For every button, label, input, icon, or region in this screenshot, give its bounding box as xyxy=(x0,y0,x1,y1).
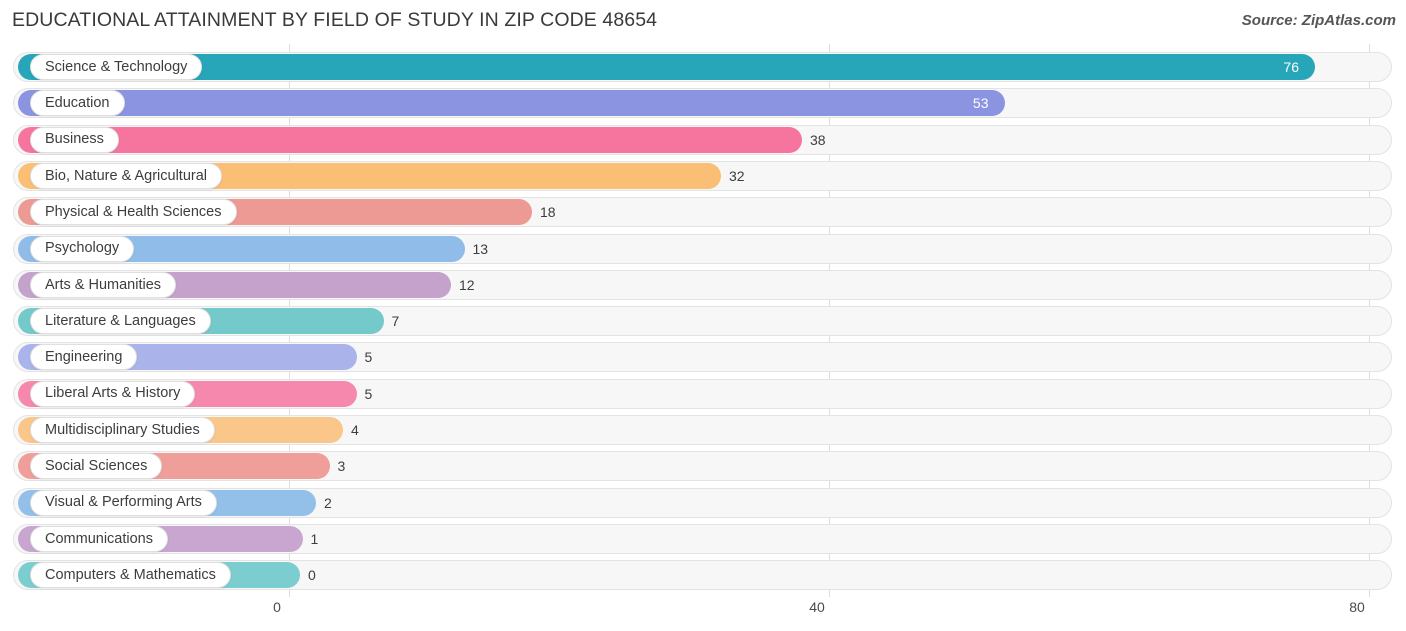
category-label: Visual & Performing Arts xyxy=(45,494,202,511)
bar-value-label: 53 xyxy=(972,95,989,112)
category-label-pill: Social Sciences xyxy=(30,453,163,480)
category-label-pill: Communications xyxy=(30,525,168,552)
bar-rows: Science & Technology 76 Education 53 Busines… xyxy=(0,44,1406,597)
category-label: Multidisciplinary Studies xyxy=(45,421,200,438)
bar-row[interactable]: Multidisciplinary Studies 4 xyxy=(0,412,1406,448)
chart-plot-area: Science & Technology 76 Education 53 Busines… xyxy=(0,44,1406,597)
x-axis: 0 40 80 xyxy=(0,597,1406,631)
bar-value-label: 76 xyxy=(1283,59,1299,75)
bar-row[interactable]: Communications 1 xyxy=(0,521,1406,557)
x-axis-tick-label: 40 xyxy=(809,599,825,615)
bar-value-label: 18 xyxy=(540,204,556,221)
bar-value-label: 12 xyxy=(459,276,475,293)
bar-row[interactable]: Education 53 xyxy=(0,85,1406,121)
chart-header: EDUCATIONAL ATTAINMENT BY FIELD OF STUDY… xyxy=(0,0,1406,44)
category-label: Psychology xyxy=(45,240,120,257)
bar-row[interactable]: Arts & Humanities 12 xyxy=(0,267,1406,303)
bar-row[interactable]: Liberal Arts & History 5 xyxy=(0,376,1406,412)
category-label: Liberal Arts & History xyxy=(45,385,181,402)
category-label: Communications xyxy=(45,530,153,547)
bar-value-label: 0 xyxy=(308,567,316,584)
category-label-pill: Literature & Languages xyxy=(30,308,211,335)
category-label-pill: Multidisciplinary Studies xyxy=(30,417,215,443)
bar-value-label: 4 xyxy=(351,422,359,438)
bar-value-label: 1 xyxy=(310,530,319,547)
category-label-pill: Visual & Performing Arts xyxy=(30,489,217,516)
bar-value-label: 5 xyxy=(364,349,373,366)
bar-row[interactable]: Social Sciences 3 xyxy=(0,448,1406,484)
category-label: Literature & Languages xyxy=(45,312,196,329)
bar-row[interactable]: Literature & Languages 7 xyxy=(0,303,1406,339)
bar-row[interactable]: Visual & Performing Arts 2 xyxy=(0,485,1406,521)
page-title: EDUCATIONAL ATTAINMENT BY FIELD OF STUDY… xyxy=(12,9,658,31)
category-label-pill: Bio, Nature & Agricultural xyxy=(30,162,222,189)
bar-value-label: 2 xyxy=(324,494,332,511)
category-label-pill: Physical & Health Sciences xyxy=(30,199,237,226)
source-attribution: Source: ZipAtlas.com xyxy=(1241,12,1396,29)
bar-value-label: 3 xyxy=(337,458,346,475)
category-label-pill: Engineering xyxy=(30,344,138,371)
bar-value-label: 7 xyxy=(391,313,400,330)
category-label: Arts & Humanities xyxy=(45,276,162,293)
bar-row[interactable]: Engineering 5 xyxy=(0,339,1406,375)
x-axis-tick-label: 0 xyxy=(273,599,281,615)
category-label: Physical & Health Sciences xyxy=(45,203,222,220)
category-label: Computers & Mathematics xyxy=(45,566,216,583)
bar-row[interactable]: Physical & Health Sciences 18 xyxy=(0,194,1406,230)
bar-row[interactable]: Psychology 13 xyxy=(0,231,1406,267)
x-axis-tick-label: 80 xyxy=(1349,599,1365,615)
bar-value-label: 13 xyxy=(472,240,489,257)
bar-value-label: 5 xyxy=(364,385,373,402)
category-label-pill: Liberal Arts & History xyxy=(30,380,196,407)
bar-value-label: 32 xyxy=(729,167,745,184)
bar-row[interactable]: Business 38 xyxy=(0,122,1406,158)
bar-row[interactable]: Computers & Mathematics 0 xyxy=(0,557,1406,593)
bar-value-label: 38 xyxy=(810,131,826,148)
category-label-pill: Arts & Humanities xyxy=(30,271,177,298)
category-label: Social Sciences xyxy=(45,458,148,475)
value-bar[interactable] xyxy=(18,126,802,153)
category-label-pill: Business xyxy=(30,126,119,153)
bar-row[interactable]: Bio, Nature & Agricultural 32 xyxy=(0,158,1406,194)
category-label-pill: Psychology xyxy=(30,235,135,262)
category-label: Bio, Nature & Agricultural xyxy=(45,167,207,184)
category-label-pill: Computers & Mathematics xyxy=(30,562,231,589)
bar-row[interactable]: Science & Technology 76 xyxy=(0,49,1406,85)
category-label: Business xyxy=(45,131,104,148)
category-label: Engineering xyxy=(45,349,123,366)
